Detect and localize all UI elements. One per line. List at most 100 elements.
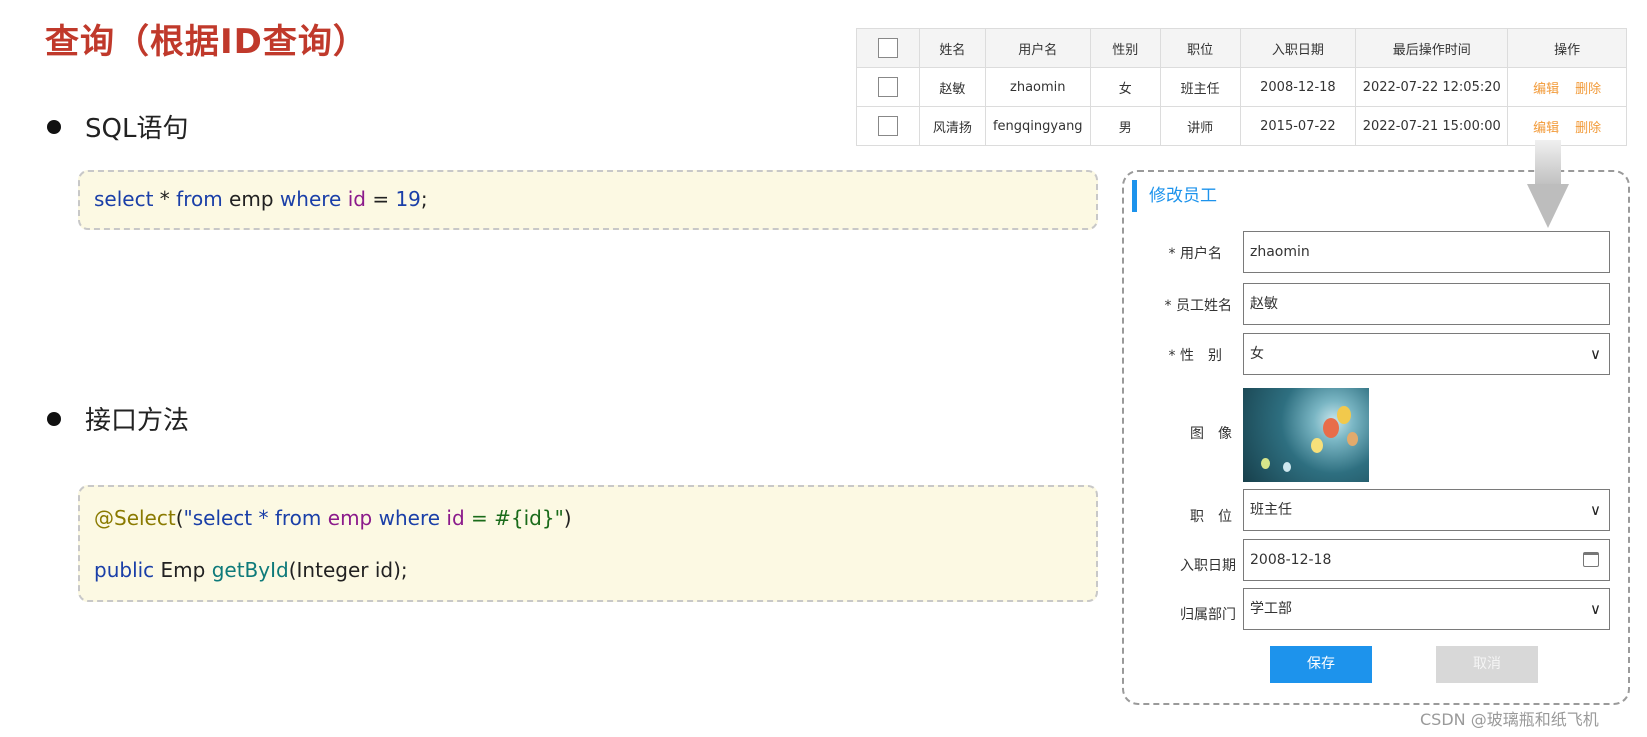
- balloon-shape: [1283, 462, 1291, 472]
- name-label: * 员工姓名: [1164, 298, 1232, 314]
- code-token: getById: [211, 558, 289, 582]
- calendar-icon[interactable]: [1583, 552, 1599, 567]
- table-cell: 女: [1089, 67, 1161, 107]
- arrow-down-icon: [1535, 140, 1561, 186]
- username-label: * 用户名: [1168, 246, 1222, 262]
- table-cell: 2022-07-21 15:00:00: [1355, 106, 1509, 146]
- code-token: (: [175, 506, 184, 530]
- bullet-sql: SQL语句: [47, 108, 188, 145]
- chevron-down-icon: ∨: [1590, 501, 1601, 519]
- bullet-interface: 接口方法: [47, 400, 189, 437]
- department-label: 归属部门: [1180, 607, 1236, 623]
- column-header: 用户名: [984, 28, 1091, 68]
- java-code-line-annotation: @Select("select * from emp where id = #{…: [94, 505, 1082, 531]
- sql-code-line: select * from emp where id = 19;: [94, 186, 1082, 212]
- row-select-cell: [856, 67, 920, 107]
- employee-table: 姓名 用户名 性别 职位 入职日期 最后操作时间 操作 赵敏 zhaomin 女…: [856, 28, 1627, 146]
- select-all-checkbox[interactable]: [877, 38, 898, 58]
- code-token: ): [563, 506, 572, 530]
- row-checkbox[interactable]: [877, 77, 898, 97]
- delete-link[interactable]: 删除: [1575, 82, 1601, 97]
- save-button[interactable]: 保存: [1270, 646, 1372, 683]
- code-token: @Select: [94, 506, 176, 530]
- balloon-shape: [1347, 432, 1358, 446]
- table-row: 赵敏 zhaomin 女 班主任 2008-12-18 2022-07-22 1…: [856, 67, 1627, 107]
- table-cell: fengqingyang: [984, 106, 1091, 146]
- table-row: 风清扬 fengqingyang 男 讲师 2015-07-22 2022-07…: [856, 106, 1627, 146]
- code-token: "select * from: [183, 506, 328, 530]
- code-token: 19: [395, 187, 421, 211]
- gender-select-value: 女: [1250, 346, 1264, 362]
- code-token: public: [94, 558, 155, 582]
- arrow-down-head: [1527, 184, 1569, 228]
- delete-link[interactable]: 删除: [1575, 121, 1601, 136]
- code-token: select: [94, 187, 154, 211]
- column-header: 操作: [1507, 28, 1627, 68]
- slide-title: 查询（根据ID查询）: [45, 22, 368, 62]
- image-label: 图 像: [1190, 426, 1232, 442]
- actions-cell: 编辑 删除: [1507, 106, 1627, 146]
- code-token: where: [372, 506, 447, 530]
- row-checkbox[interactable]: [877, 116, 898, 136]
- java-code-box: @Select("select * from emp where id = #{…: [78, 485, 1098, 602]
- name-input[interactable]: 赵敏: [1243, 283, 1610, 325]
- code-token: id: [347, 187, 366, 211]
- bullet-dot-icon: [47, 411, 61, 426]
- chevron-down-icon: ∨: [1590, 345, 1601, 363]
- entry-date-value: 2008-12-18: [1250, 552, 1332, 568]
- table-cell: 2008-12-18: [1239, 67, 1357, 107]
- table-cell: zhaomin: [984, 67, 1091, 107]
- employee-table-grid: 姓名 用户名 性别 职位 入职日期 最后操作时间 操作 赵敏 zhaomin 女…: [856, 28, 1627, 146]
- table-cell: 2022-07-22 12:05:20: [1355, 67, 1509, 107]
- table-cell: 讲师: [1159, 106, 1241, 146]
- username-input[interactable]: zhaomin: [1243, 231, 1610, 273]
- code-token: id: [446, 506, 465, 530]
- bullet-sql-label: SQL语句: [85, 114, 189, 144]
- department-select-value: 学工部: [1250, 601, 1292, 617]
- chevron-down-icon: ∨: [1590, 600, 1601, 618]
- code-token: =: [365, 187, 396, 211]
- bullet-dot-icon: [47, 119, 61, 134]
- balloon-shape: [1311, 438, 1323, 453]
- bullet-interface-label: 接口方法: [85, 406, 190, 436]
- column-header: 性别: [1089, 28, 1161, 68]
- cancel-button[interactable]: 取消: [1436, 646, 1538, 683]
- java-code-line-method: public Emp getById(Integer id);: [94, 557, 1082, 583]
- employee-photo[interactable]: [1243, 388, 1369, 482]
- table-cell: 赵敏: [918, 67, 986, 107]
- actions-cell: 编辑 删除: [1507, 67, 1627, 107]
- table-cell: 2015-07-22: [1239, 106, 1357, 146]
- column-header: 姓名: [918, 28, 986, 68]
- slide: 查询（根据ID查询） SQL语句 select * from emp where…: [0, 0, 1647, 737]
- code-token: *: [153, 187, 177, 211]
- table-cell: 男: [1089, 106, 1161, 146]
- code-token: Emp: [154, 558, 212, 582]
- balloon-shape: [1323, 418, 1339, 438]
- panel-title: 修改员工: [1132, 180, 1217, 212]
- table-cell: 班主任: [1159, 67, 1241, 107]
- job-label: 职 位: [1190, 509, 1232, 525]
- watermark: CSDN @玻璃瓶和纸飞机: [1420, 710, 1599, 729]
- gender-label: * 性 别: [1168, 348, 1222, 364]
- code-token: from: [176, 187, 223, 211]
- job-select-value: 班主任: [1250, 502, 1292, 518]
- job-select[interactable]: 班主任 ∨: [1243, 489, 1610, 531]
- row-select-cell: [856, 106, 920, 146]
- edit-link[interactable]: 编辑: [1533, 82, 1559, 97]
- department-select[interactable]: 学工部 ∨: [1243, 588, 1610, 630]
- entry-date-label: 入职日期: [1180, 558, 1236, 574]
- select-all-cell: [856, 28, 920, 68]
- code-token: emp: [327, 506, 373, 530]
- entry-date-input[interactable]: 2008-12-18: [1243, 539, 1610, 581]
- code-token: where: [279, 187, 342, 211]
- code-token: emp: [222, 187, 280, 211]
- code-token: = #{id}": [464, 506, 564, 530]
- table-header-row: 姓名 用户名 性别 职位 入职日期 最后操作时间 操作: [856, 28, 1627, 68]
- column-header: 入职日期: [1239, 28, 1357, 68]
- edit-link[interactable]: 编辑: [1533, 121, 1559, 136]
- table-cell: 风清扬: [918, 106, 986, 146]
- gender-select[interactable]: 女 ∨: [1243, 333, 1610, 375]
- balloon-shape: [1337, 406, 1351, 424]
- column-header: 职位: [1159, 28, 1241, 68]
- code-token: ;: [420, 187, 428, 211]
